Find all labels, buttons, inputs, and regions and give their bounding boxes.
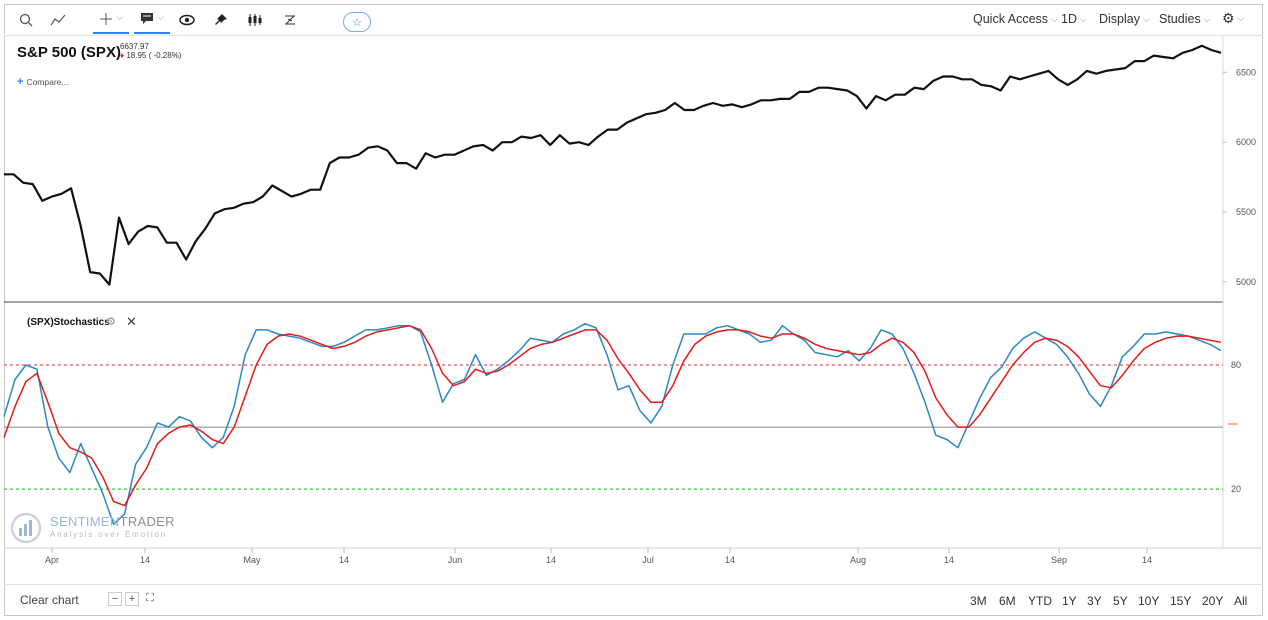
last-price: 6637.97 [120,42,149,51]
compare-button[interactable]: + Compare... [17,76,68,88]
price-series-line [4,44,1222,286]
range-3y[interactable]: 3Y [1087,594,1102,608]
sentimentrader-logo [10,512,42,544]
zoom-in-button[interactable]: + [125,592,139,606]
logo-text-part1: SENTIMEN [50,514,120,529]
y-tick-label: 5500 [1236,207,1256,217]
x-tick-label: Apr [45,555,59,565]
fit-screen-icon[interactable]: ⛶ [143,592,157,606]
x-tick-label: 14 [725,555,735,565]
chart-area[interactable]: 5000 5500 6000 6500 20 80 Apr 14 May 14 Jun 14 Jul… [0,0,1268,584]
x-tick-label: Aug [850,555,866,565]
compare-label: Compare... [26,77,69,87]
logo-tagline: Analysis over Emotion [50,530,167,539]
x-tick-label: 14 [339,555,349,565]
x-tick-label: 14 [140,555,150,565]
range-10y[interactable]: 10Y [1138,594,1159,608]
x-tick-label: Jun [448,555,463,565]
y-tick-label: 6000 [1236,137,1256,147]
x-tick-label: 14 [1142,555,1152,565]
range-6m[interactable]: 6M [999,594,1016,608]
range-5y[interactable]: 5Y [1113,594,1128,608]
range-15y[interactable]: 15Y [1170,594,1191,608]
range-1y[interactable]: 1Y [1062,594,1077,608]
study-label: (SPX)Stochastics [27,317,110,328]
range-3m[interactable]: 3M [970,594,987,608]
range-all[interactable]: All [1234,594,1247,608]
x-tick-label: 14 [944,555,954,565]
chart-title: S&P 500 (SPX) [17,44,121,61]
x-tick-label: Sep [1051,555,1067,565]
zoom-out-button[interactable]: − [108,592,122,606]
logo-text: SENTIMENTRADER [50,514,175,529]
range-20y[interactable]: 20Y [1202,594,1223,608]
x-tick-label: Jul [642,555,654,565]
bottom-bar: Clear chart − + ⛶ 3M 6M YTD 1Y 3Y 5Y 10Y… [4,584,1263,615]
down-arrow-icon: ♦ [120,51,125,60]
stoch-tick-label: 80 [1231,360,1241,370]
plus-icon: + [17,76,24,88]
study-close-icon[interactable]: ✕ [126,314,137,330]
x-tick-label: May [243,555,261,565]
price-change-value: 18.95 ( -0.28%) [126,51,182,60]
stoch-k-line [3,322,1222,526]
y-tick-label: 6500 [1236,67,1256,77]
clear-chart-button[interactable]: Clear chart [20,593,79,607]
study-settings-gear-icon[interactable]: ⚙ [106,315,116,328]
y-tick-label: 5000 [1236,277,1256,287]
stoch-tick-label: 20 [1231,484,1241,494]
range-ytd[interactable]: YTD [1028,594,1052,608]
x-tick-label: 14 [546,555,556,565]
stoch-d-line [3,324,1222,507]
price-change: ♦ 18.95 ( -0.28%) [120,51,181,60]
logo-text-part2: TRADER [119,514,175,529]
